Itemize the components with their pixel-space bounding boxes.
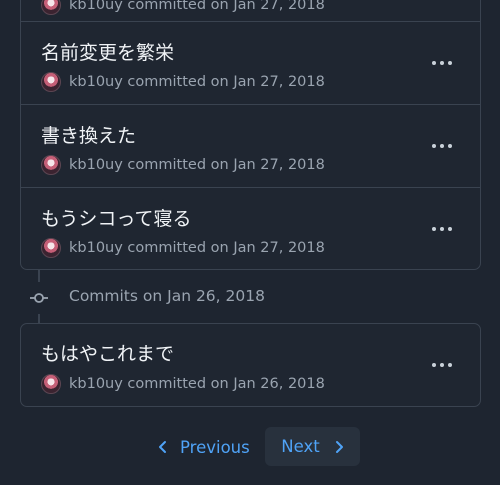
- next-page-button[interactable]: Next: [265, 427, 360, 466]
- avatar[interactable]: [41, 238, 61, 258]
- more-options-icon[interactable]: [432, 226, 452, 232]
- previous-page-button[interactable]: Previous: [150, 428, 258, 466]
- chevron-right-icon: [335, 440, 343, 453]
- commit-meta: kb10uy committed on Jan 26, 2018: [69, 376, 325, 392]
- commit-meta: kb10uy committed on Jan 27, 2018: [69, 74, 325, 90]
- more-options-icon[interactable]: [432, 362, 452, 368]
- commit-list-jan-26: もはやこれまで kb10uy committed on Jan 26, 2018: [20, 323, 481, 407]
- next-label: Next: [281, 437, 320, 456]
- commit-meta: kb10uy committed on Jan 27, 2018: [69, 240, 325, 256]
- commit-row[interactable]: もうシコって寝る kb10uy committed on Jan 27, 201…: [21, 188, 480, 270]
- timeline-line: [38, 270, 40, 282]
- commit-row[interactable]: 名前変更を繁栄 kb10uy committed on Jan 27, 2018: [21, 22, 480, 105]
- commit-message[interactable]: もはやこれまで: [41, 339, 174, 366]
- more-options-icon[interactable]: [432, 143, 452, 149]
- commit-message[interactable]: 名前変更を繁栄: [41, 38, 174, 65]
- commit-meta: kb10uy committed on Jan 27, 2018: [69, 157, 325, 173]
- previous-label: Previous: [180, 437, 250, 457]
- git-commit-icon: [30, 293, 48, 303]
- commit-row-partial[interactable]: kb10uy committed on Jan 27, 2018: [21, 0, 480, 22]
- commit-list-jan-27: kb10uy committed on Jan 27, 2018 名前変更を繁栄…: [20, 0, 481, 270]
- commit-message[interactable]: 書き換えた: [41, 121, 136, 148]
- chevron-left-icon: [159, 441, 166, 453]
- timeline-line: [38, 314, 40, 323]
- more-options-icon[interactable]: [432, 60, 452, 66]
- commit-group-date: Commits on Jan 26, 2018: [69, 287, 265, 305]
- avatar[interactable]: [41, 0, 61, 15]
- commit-meta: kb10uy committed on Jan 27, 2018: [69, 0, 325, 13]
- commit-row[interactable]: もはやこれまで kb10uy committed on Jan 26, 2018: [21, 324, 480, 406]
- avatar[interactable]: [41, 155, 61, 175]
- avatar[interactable]: [41, 374, 61, 394]
- commit-row[interactable]: 書き換えた kb10uy committed on Jan 27, 2018: [21, 105, 480, 188]
- avatar[interactable]: [41, 72, 61, 92]
- commit-message[interactable]: もうシコって寝る: [41, 204, 191, 231]
- commit-history-page: kb10uy committed on Jan 27, 2018 名前変更を繁栄…: [0, 0, 500, 485]
